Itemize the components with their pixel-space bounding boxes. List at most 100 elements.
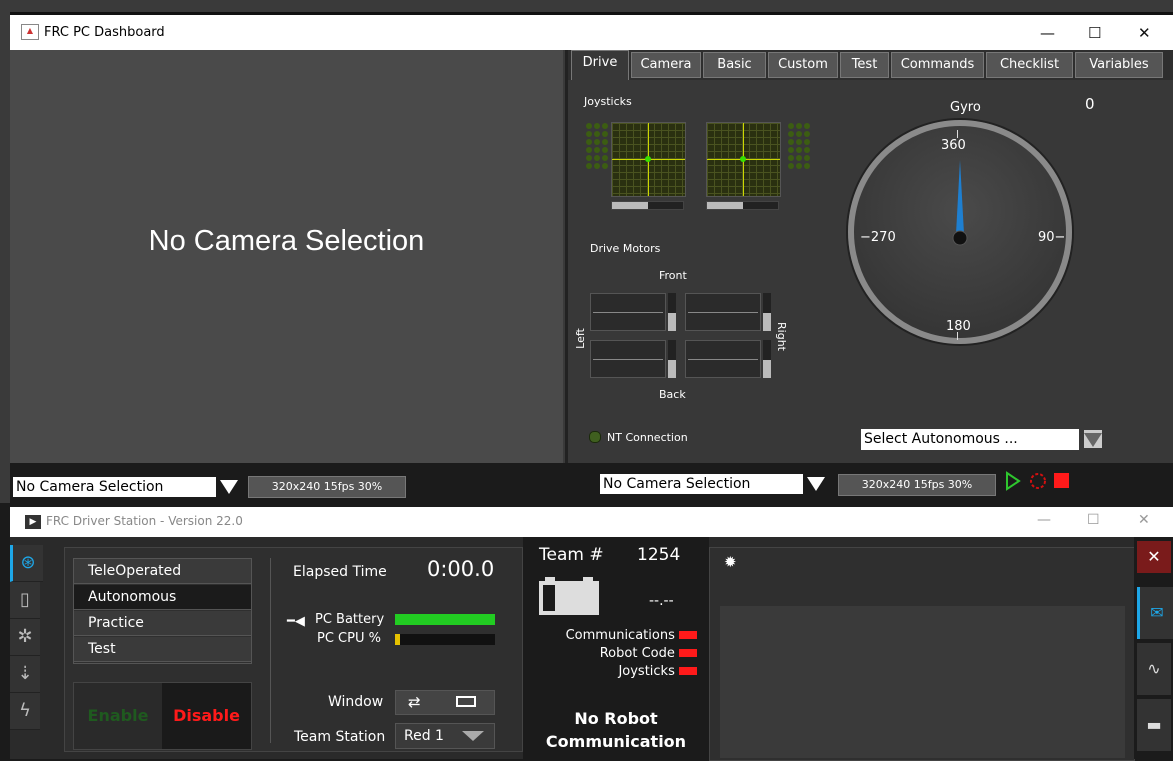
motor-back-left-bar [668, 340, 676, 378]
disable-button[interactable]: Disable [162, 683, 251, 749]
tab-commands[interactable]: Commands [891, 52, 984, 78]
layout-icon[interactable]: ▬ [1137, 699, 1171, 751]
ds-maximize-button[interactable]: ☐ [1087, 512, 1100, 528]
right-camera-dropdown-icon[interactable] [807, 477, 825, 491]
indicator-joysticks: Joysticks [566, 663, 697, 681]
enable-button[interactable]: Enable [74, 683, 162, 749]
ds-operation-panel: TeleOperated Autonomous Practice Test En… [64, 547, 523, 752]
tab-custom[interactable]: Custom [768, 52, 838, 78]
ds-window-title: FRC Driver Station - Version 22.0 [46, 514, 243, 528]
indicator-list: Communications Robot Code Joysticks [566, 627, 697, 681]
power-icon[interactable]: ϟ [10, 693, 40, 730]
ds-app-icon: ▶ [25, 515, 41, 529]
mode-practice[interactable]: Practice [74, 611, 251, 636]
close-button[interactable]: ✕ [1138, 24, 1151, 42]
back-label: Back [659, 388, 686, 401]
nt-connection-led [589, 431, 601, 443]
autonomous-dropdown-button[interactable] [1084, 430, 1102, 448]
robot-status-message: No Robot Communication [545, 709, 687, 751]
pc-cpu-bar [395, 634, 495, 645]
nt-connection-label: NT Connection [607, 431, 688, 444]
indicator-communications: Communications [566, 627, 697, 645]
plug-icon: ━◀ [287, 614, 305, 629]
motor-front-left-bar [668, 293, 676, 331]
driver-station-window: ⊛ ▯ ✲ ⇣ ϟ TeleOperated Autonomous Practi… [10, 537, 1173, 761]
ds-right-tabs: ✕ ✉ ∿ ▬ [1134, 537, 1173, 759]
joystick2-throttle [706, 201, 779, 210]
tab-basic[interactable]: Basic [703, 52, 766, 78]
message-area [720, 606, 1125, 758]
minimize-button[interactable]: — [1040, 24, 1055, 42]
joysticks-label: Joysticks [584, 95, 632, 108]
tab-camera[interactable]: Camera [631, 52, 701, 78]
right-camera-resolution-button[interactable]: 320x240 15fps 30% [838, 474, 996, 496]
elapsed-time-value: 0:00.0 [427, 557, 495, 581]
messages-panel: ✹ [709, 547, 1135, 761]
team-station-value: Red 1 [404, 728, 444, 744]
indicator-robot-code: Robot Code [566, 645, 697, 663]
steering-wheel-icon[interactable]: ⊛ [10, 545, 43, 582]
joystick1-buttons [586, 123, 608, 169]
joystick1-throttle [611, 201, 684, 210]
team-number: 1254 [637, 545, 681, 565]
camera-view-left: No Camera Selection [10, 50, 563, 463]
app-icon: ▲ [21, 24, 39, 40]
motor-back-right-bar [763, 340, 771, 378]
record-icon[interactable] [1030, 473, 1046, 489]
ds-close-button[interactable]: ✕ [1138, 512, 1150, 528]
close-messages-icon[interactable]: ✕ [1137, 541, 1171, 573]
mode-test[interactable]: Test [74, 637, 251, 662]
mode-list: TeleOperated Autonomous Practice Test [73, 558, 252, 664]
tab-test[interactable]: Test [840, 52, 889, 78]
motor-front-right [685, 293, 761, 331]
team-label: Team # [539, 545, 604, 565]
tab-bar: Drive Camera Basic Custom Test Commands … [568, 50, 1173, 80]
motor-back-left [590, 340, 666, 378]
tab-variables[interactable]: Variables [1075, 52, 1163, 78]
right-camera-select[interactable]: No Camera Selection [600, 474, 803, 494]
maximize-button[interactable]: ☐ [1088, 24, 1101, 42]
stop-icon[interactable] [1054, 473, 1069, 488]
left-camera-select[interactable]: No Camera Selection [13, 477, 216, 497]
joystick2-buttons [788, 123, 810, 169]
pc-battery-label: PC Battery [315, 612, 385, 627]
gyro-label: Gyro [950, 100, 981, 115]
play-icon[interactable] [1006, 471, 1021, 491]
tab-checklist[interactable]: Checklist [986, 52, 1073, 78]
envelope-icon[interactable]: ✉ [1137, 587, 1173, 639]
tab-drive[interactable]: Drive [571, 50, 629, 80]
usb-icon[interactable]: ⇣ [10, 656, 40, 693]
autonomous-select[interactable]: Select Autonomous ... [861, 429, 1079, 450]
waveform-icon[interactable]: ∿ [1137, 643, 1171, 695]
dashboard-titlebar: ▲ FRC PC Dashboard — ☐ ✕ [10, 12, 1173, 50]
right-label: Right [774, 322, 788, 351]
team-status-panel: Team # 1254 --.-- Communications Robot C… [523, 537, 709, 759]
pc-battery-bar [395, 614, 495, 625]
left-camera-dropdown-icon[interactable] [220, 480, 238, 494]
elapsed-time-label: Elapsed Time [293, 564, 387, 580]
ds-minimize-button[interactable]: — [1037, 512, 1051, 528]
dock-window-icon[interactable]: ⇄ [408, 693, 421, 711]
left-camera-resolution-button[interactable]: 320x240 15fps 30% [248, 476, 406, 498]
mode-autonomous[interactable]: Autonomous [74, 585, 251, 610]
gyro-value: 0 [1085, 95, 1095, 113]
window-label: Window [328, 694, 384, 710]
gear-icon[interactable]: ✲ [10, 619, 40, 656]
battery-icon [539, 577, 599, 615]
joystick1-display [611, 122, 686, 197]
team-station-select[interactable]: Red 1 [395, 723, 495, 749]
gyro-dial: 360 −270 90− 180 [848, 120, 1072, 344]
dashboard-tab-panel: Drive Camera Basic Custom Test Commands … [565, 50, 1173, 463]
diagnostics-icon[interactable]: ▯ [10, 582, 40, 619]
enable-disable-group: Enable Disable [73, 682, 252, 750]
joystick2-display [706, 122, 781, 197]
default-window-icon[interactable] [456, 696, 476, 707]
record-controls [1006, 471, 1069, 491]
window-title: FRC PC Dashboard [44, 25, 165, 40]
battery-voltage: --.-- [649, 593, 674, 609]
front-label: Front [659, 269, 687, 282]
mode-teleoperated[interactable]: TeleOperated [74, 559, 251, 584]
team-station-label: Team Station [294, 729, 386, 745]
motor-front-right-bar [763, 293, 771, 331]
message-settings-gear-icon[interactable]: ✹ [724, 553, 737, 571]
